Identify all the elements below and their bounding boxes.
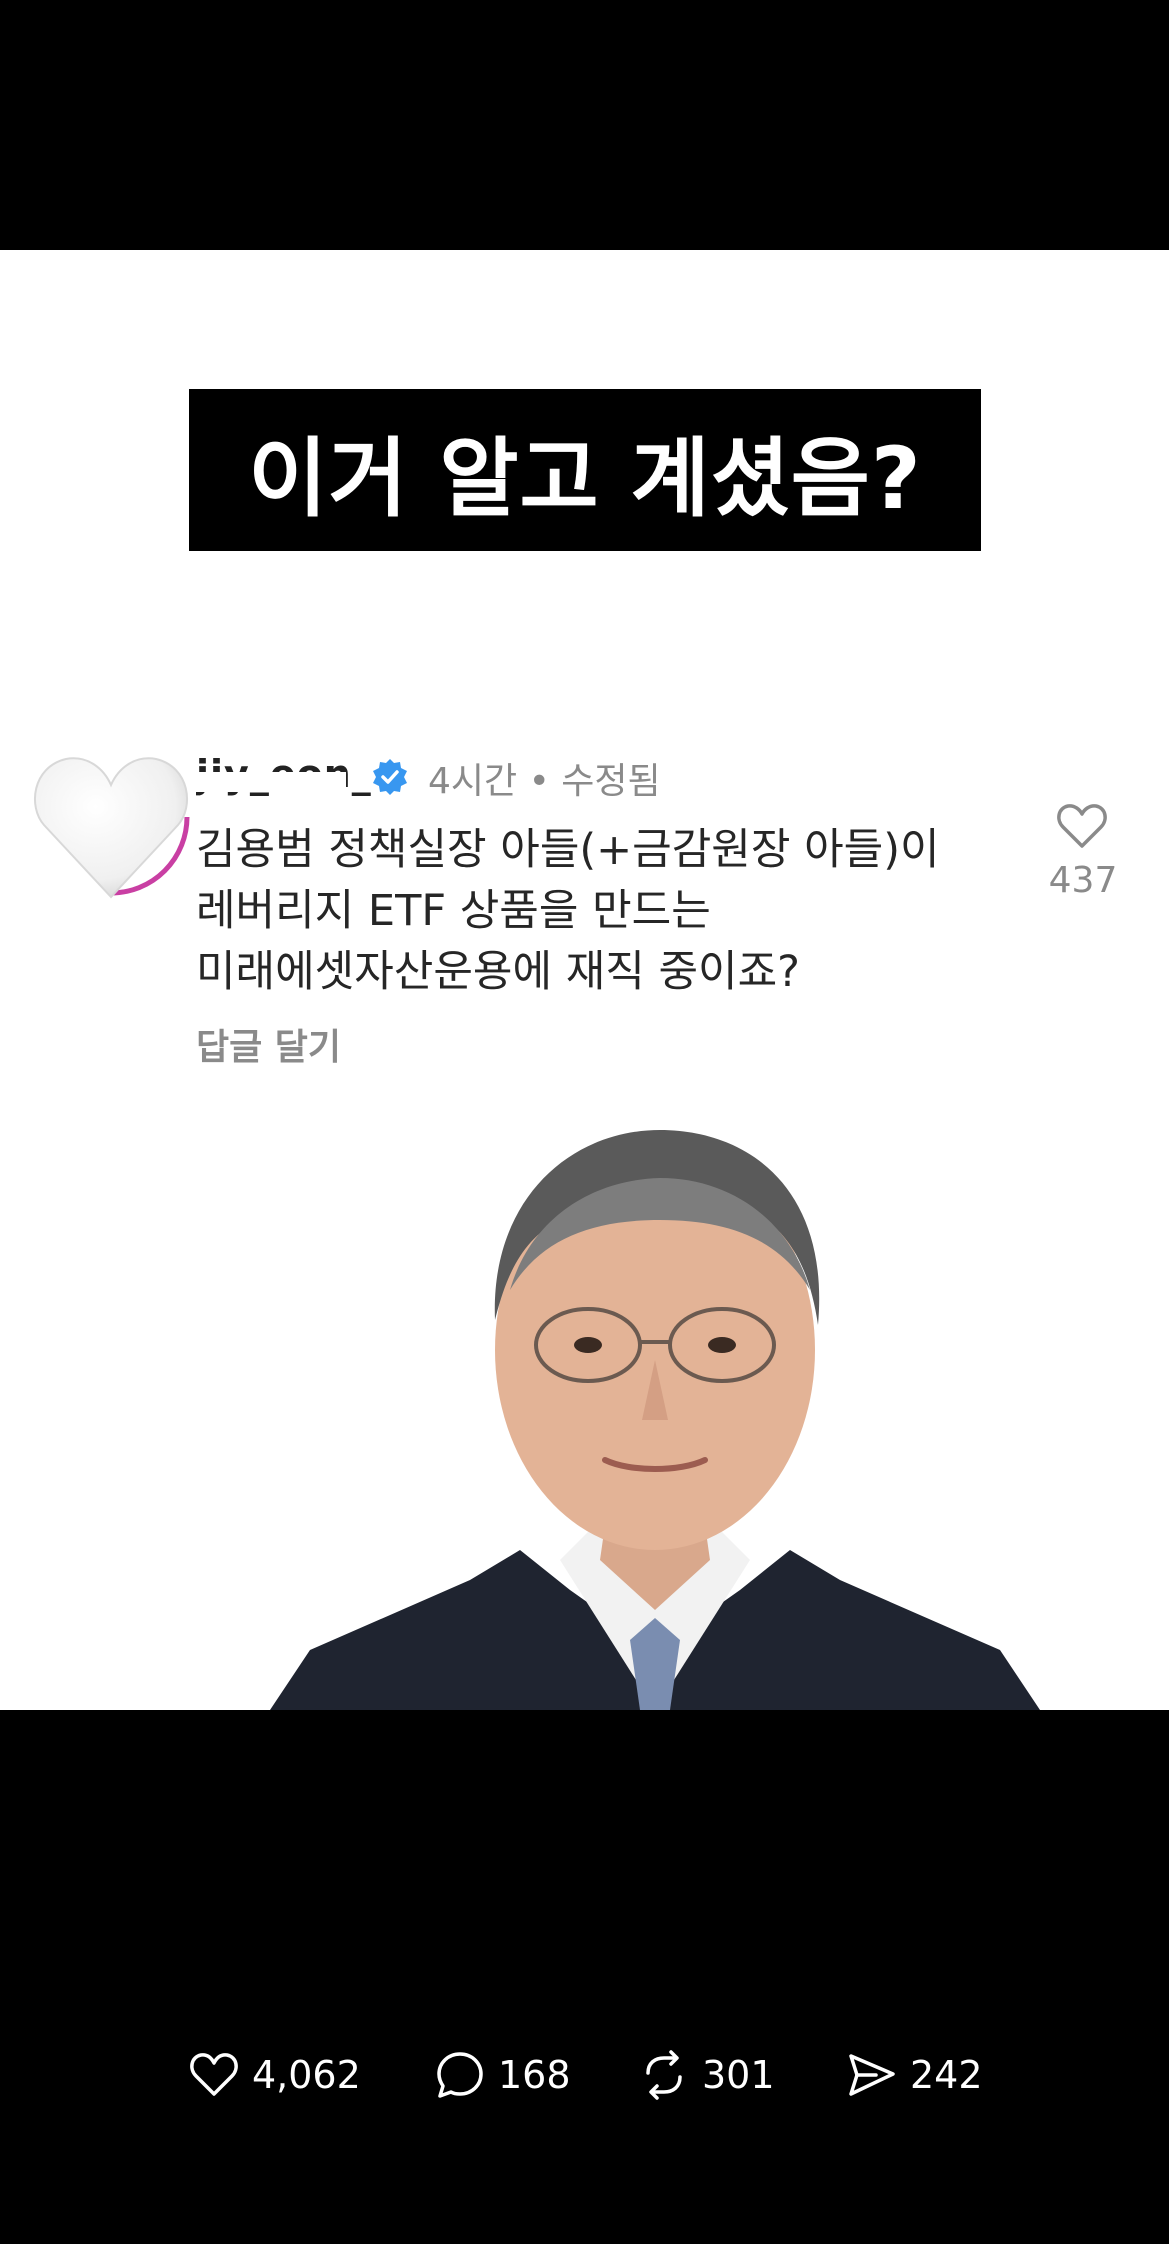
verified-badge-icon [373,759,407,795]
send-icon [849,2054,895,2096]
comment-line: 레버리지 ETF 상품을 만드는 [196,886,711,936]
bottom-black-area [0,1710,1169,2244]
reply-link[interactable]: 답글 달기 [196,1018,341,1070]
username-redaction [196,772,346,792]
heart-outline-icon [190,2053,238,2096]
headline-banner: 이거 알고 계셨음? [189,389,981,551]
comment-time: 4시간 • 수정됨 [428,761,661,802]
person-photo [270,1130,1040,1710]
post-image: 이거 알고 계셨음? jiy_eon_ 4시간 • 수정됨 김용범 정책실장 아… [0,250,1169,1710]
post-action-bar: 4,062 168 301 242 [0,2045,1169,2105]
top-black-bar [0,0,1169,250]
comment-heart-icon[interactable] [1054,798,1110,854]
like-action[interactable]: 4,062 [188,2045,361,2105]
comment-action[interactable]: 168 [434,2045,571,2105]
share-action[interactable]: 242 [846,2045,983,2105]
headline-text: 이거 알고 계셨음? [248,428,922,529]
comment-like-count: 437 [1048,860,1118,901]
white-heart-emoji-icon [32,738,190,899]
comment-text: 김용범 정책실장 아들(+금감원장 아들)이 레버리지 ETF 상품을 만드는 … [196,820,1016,1003]
repost-icon [646,2050,682,2100]
repost-action[interactable]: 301 [638,2045,775,2105]
share-count: 242 [910,2053,983,2097]
comment-line: 미래에셋자산운용에 재직 중이죠? [196,947,800,997]
repost-count: 301 [702,2053,775,2097]
comment-line: 김용범 정책실장 아들(+금감원장 아들)이 [196,825,940,875]
comment-count: 168 [498,2053,571,2097]
like-count: 4,062 [252,2053,361,2097]
comment-icon [437,2052,483,2098]
